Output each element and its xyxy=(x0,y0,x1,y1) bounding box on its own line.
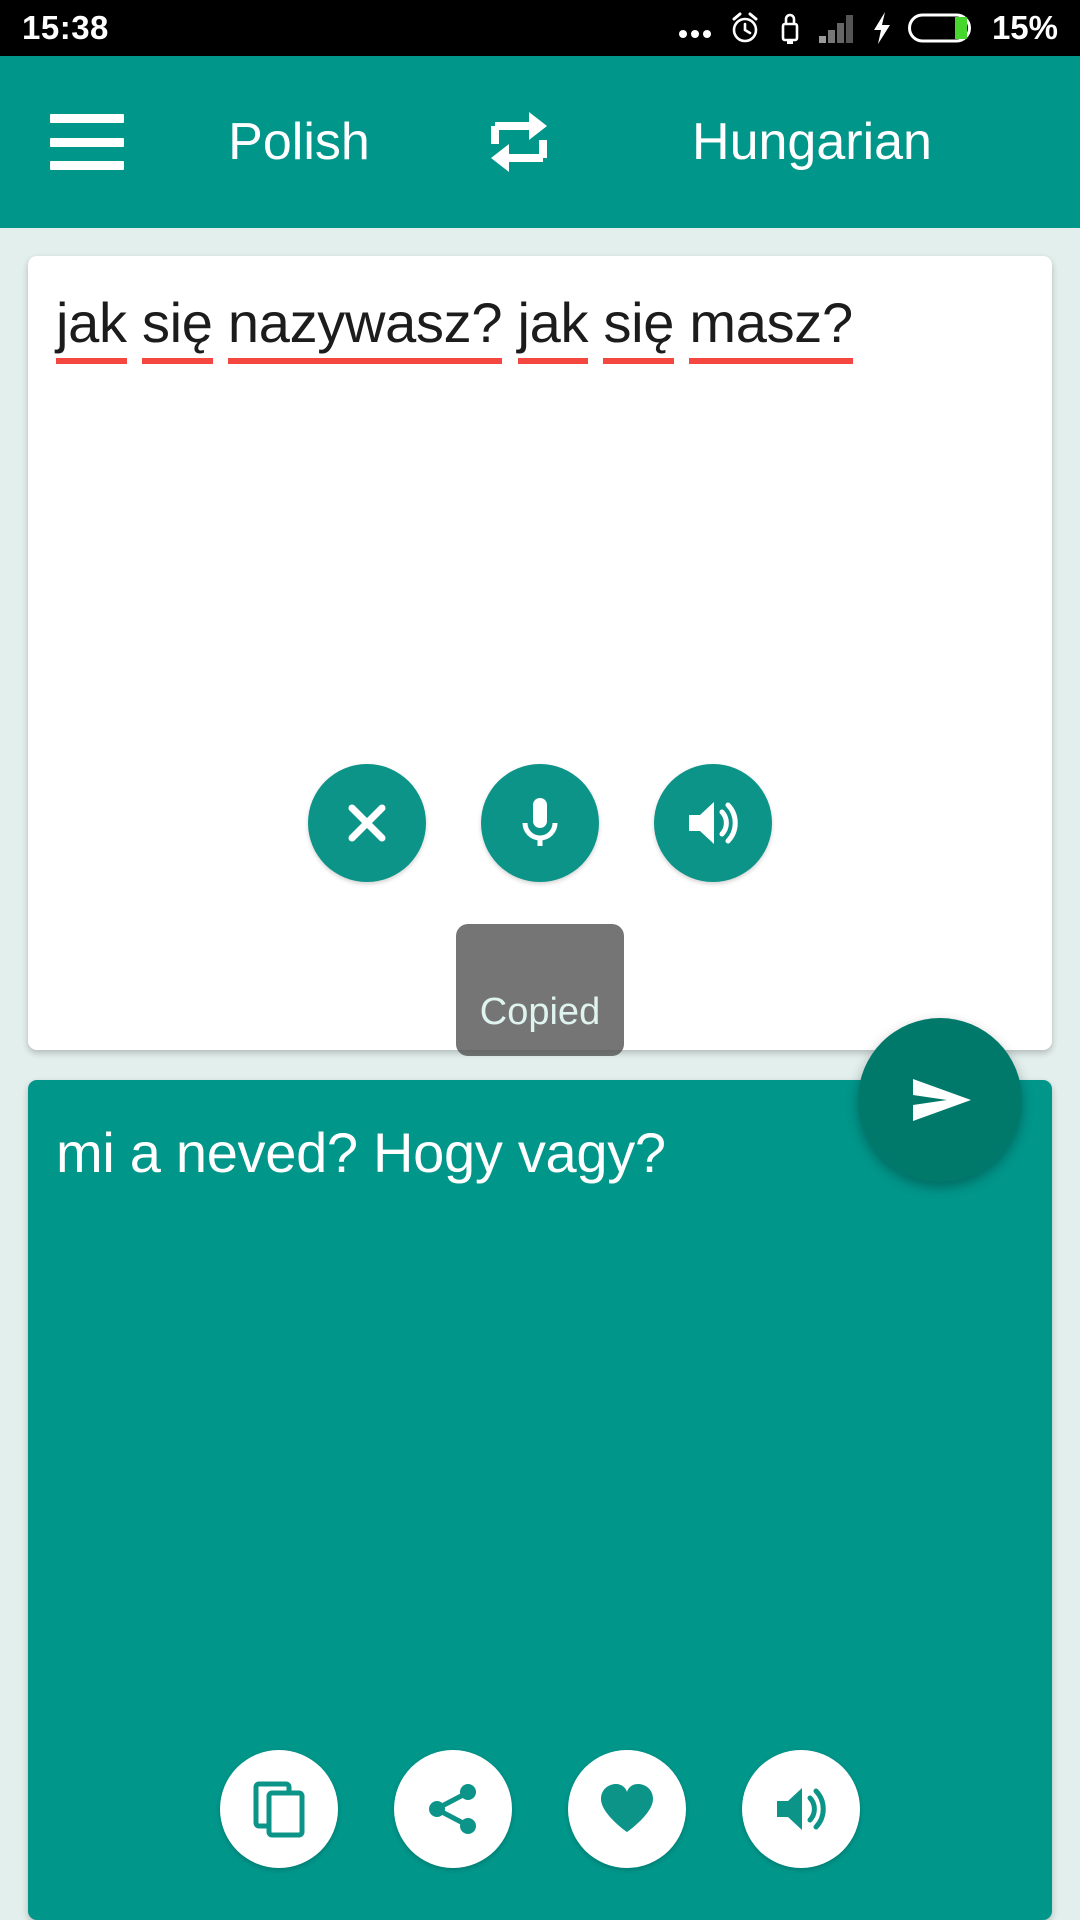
translation-result-card[interactable]: mi a neved? Hogy vagy? xyxy=(28,1080,1052,1920)
battery-percent-label: 15% xyxy=(991,9,1058,46)
source-word: się xyxy=(141,288,213,364)
favorite-button[interactable] xyxy=(568,1750,686,1868)
usb-lock-icon xyxy=(777,11,803,45)
swap-languages-icon[interactable] xyxy=(464,104,574,180)
translate-fab-button[interactable] xyxy=(858,1018,1022,1182)
status-bar: 15:38 15% xyxy=(0,0,1080,56)
clear-button[interactable] xyxy=(308,764,426,882)
close-x-icon xyxy=(348,804,386,842)
copy-icon xyxy=(253,1781,305,1838)
translation-action-row xyxy=(28,1750,1052,1868)
speak-source-button[interactable] xyxy=(654,764,772,882)
share-button[interactable] xyxy=(394,1750,512,1868)
source-word: nazywasz? xyxy=(227,288,503,364)
hamburger-line xyxy=(50,137,124,147)
send-arrow-icon xyxy=(913,1079,971,1121)
status-clock: 15:38 xyxy=(22,9,109,46)
hamburger-menu-icon[interactable] xyxy=(50,114,124,170)
speaker-volume-icon xyxy=(689,802,738,844)
source-word: jak xyxy=(56,288,127,364)
source-word: jak xyxy=(517,288,588,364)
app-header: Polish Hungarian xyxy=(0,56,1080,228)
battery-icon xyxy=(907,12,974,44)
microphone-button[interactable] xyxy=(481,764,599,882)
app-screen: 15:38 15% Polish Hungarian jak się nazyw… xyxy=(0,0,1080,1920)
source-word: się xyxy=(603,288,674,364)
more-dots-icon xyxy=(677,13,713,43)
copy-button[interactable] xyxy=(220,1750,338,1868)
alarm-clock-icon xyxy=(728,11,762,45)
copied-toast: Copied xyxy=(456,924,624,1056)
speak-target-button[interactable] xyxy=(742,1750,860,1868)
source-text-input[interactable]: jak się nazywasz? jak się masz? xyxy=(56,288,1016,364)
target-language-selector[interactable]: Hungarian xyxy=(574,112,1080,172)
signal-bars-icon xyxy=(818,12,856,44)
hamburger-line xyxy=(50,161,124,170)
source-word: masz? xyxy=(689,288,854,364)
source-language-selector[interactable]: Polish xyxy=(134,112,464,172)
heart-icon xyxy=(601,1784,653,1832)
microphone-icon xyxy=(522,798,558,846)
speaker-volume-icon xyxy=(777,1788,826,1830)
toast-message: Copied xyxy=(479,991,601,1033)
hamburger-line xyxy=(50,114,124,123)
source-action-row xyxy=(28,764,1052,882)
charging-bolt-icon xyxy=(871,11,893,45)
status-icons: 15% xyxy=(677,9,1058,47)
share-icon xyxy=(429,1784,476,1834)
